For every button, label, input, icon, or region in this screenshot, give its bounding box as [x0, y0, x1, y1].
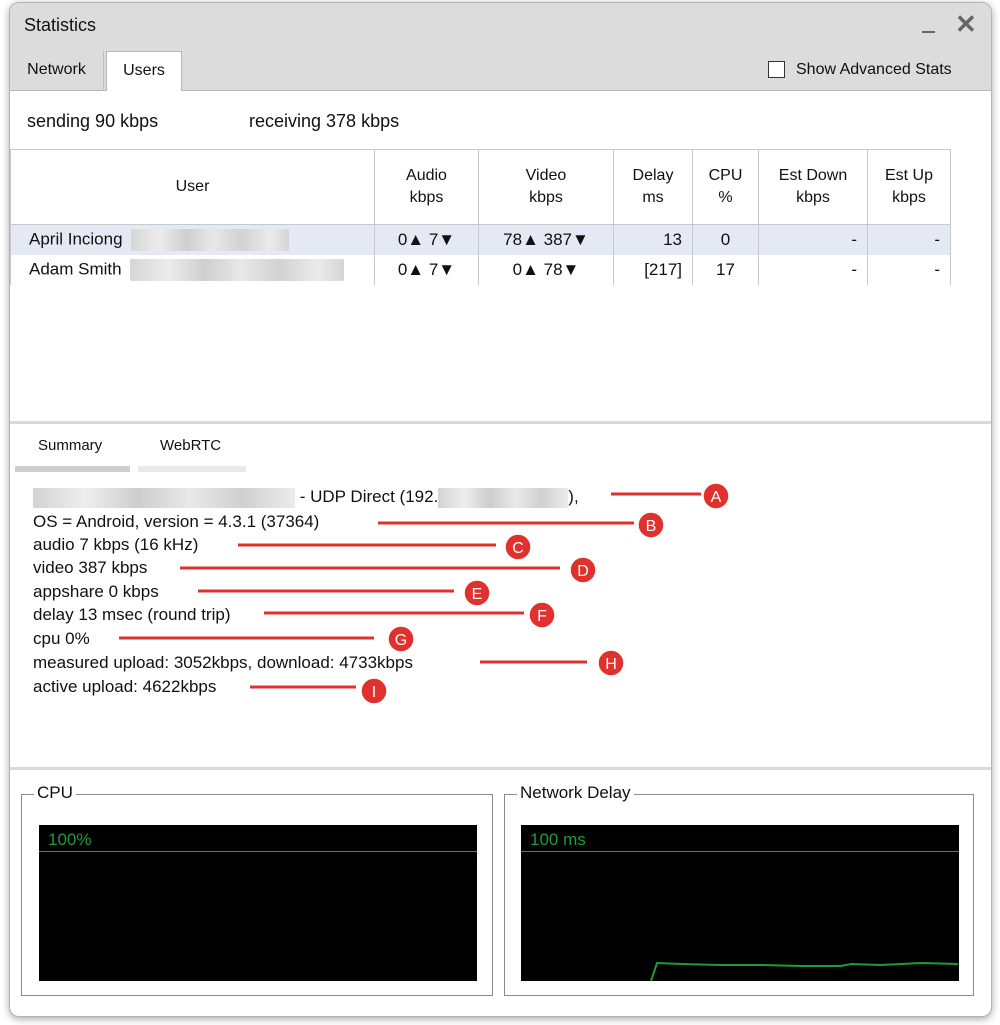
cell-delay: [217]	[613, 255, 693, 285]
marker-label-d: D	[577, 563, 589, 580]
col-audio[interactable]: Audio kbps	[374, 149, 479, 225]
section-divider	[10, 421, 991, 424]
cell-est-down: -	[758, 255, 868, 285]
marker-label-i: I	[372, 684, 376, 701]
cell-audio: 0▲ 7▼	[374, 224, 479, 255]
cpu-max-line	[39, 851, 477, 852]
col-est-down[interactable]: Est Down kbps	[758, 149, 868, 225]
network-delay-graph: 100 ms	[521, 825, 959, 981]
user-name: Adam Smith	[29, 259, 122, 279]
marker-label-h: H	[605, 656, 617, 673]
table-row[interactable]: Adam Smith 0▲ 7▼ 0▲ 78▼ [217] 17 - -	[10, 255, 951, 285]
cpu-panel: CPU 100%	[21, 783, 493, 996]
minimize-icon[interactable]	[922, 31, 935, 33]
callout-annotations: A B C D E F G H I	[119, 482, 730, 705]
users-table-header: User Audio kbps Video kbps Delay ms CPU% Es…	[10, 149, 951, 225]
advanced-stats-checkbox[interactable]	[768, 61, 785, 78]
user-name: April Inciong	[29, 229, 123, 249]
cell-audio: 0▲ 7▼	[374, 255, 479, 285]
marker-label-a: A	[711, 489, 722, 506]
section-divider	[10, 767, 991, 770]
cpu-graph: 100%	[39, 825, 477, 981]
subtab-webrtc-indicator	[138, 466, 246, 472]
window-title: Statistics	[24, 15, 97, 35]
tab-network[interactable]: Network	[10, 51, 104, 89]
col-video[interactable]: Video kbps	[478, 149, 614, 225]
cell-cpu: 17	[692, 255, 759, 285]
subtab-webrtc[interactable]: WebRTC	[160, 437, 221, 454]
sending-rate: sending 90 kbps	[27, 111, 159, 131]
col-est-up[interactable]: Est Up kbps	[867, 149, 951, 225]
subtab-summary[interactable]: Summary	[38, 437, 102, 454]
cpu-panel-title: CPU	[34, 783, 76, 803]
marker-label-e: E	[472, 586, 483, 603]
receiving-rate: receiving 378 kbps	[249, 111, 400, 131]
tab-users[interactable]: Users	[106, 51, 182, 91]
cell-video: 78▲ 387▼	[478, 224, 614, 255]
col-user[interactable]: User	[10, 149, 375, 225]
network-delay-panel: Network Delay 100 ms	[504, 783, 974, 996]
redacted-email	[129, 259, 344, 281]
cell-cpu: 0	[692, 224, 759, 255]
close-icon[interactable]: ✕	[955, 11, 977, 37]
redacted-email	[130, 229, 289, 251]
marker-label-f: F	[537, 608, 547, 625]
table-row[interactable]: April Inciong 0▲ 7▼ 78▲ 387▼ 13 0 - -	[10, 224, 951, 255]
advanced-stats-label: Show Advanced Stats	[796, 61, 952, 78]
statistics-window: Statistics ✕ Network Users Show Advanced…	[9, 2, 992, 1017]
cell-est-down: -	[758, 224, 868, 255]
network-delay-line	[650, 961, 959, 981]
network-delay-panel-title: Network Delay	[517, 783, 634, 803]
cell-video: 0▲ 78▼	[478, 255, 614, 285]
cell-est-up: -	[867, 224, 951, 255]
cell-est-up: -	[867, 255, 951, 285]
cpu-scale-label: 100%	[48, 830, 92, 849]
users-table: User Audio kbps Video kbps Delay ms CPU% Es…	[10, 149, 951, 285]
marker-label-c: C	[512, 540, 524, 557]
subtab-summary-indicator	[15, 466, 130, 472]
marker-label-g: G	[395, 632, 407, 649]
title-bar: Statistics ✕	[10, 3, 991, 47]
col-cpu[interactable]: CPU%	[692, 149, 759, 225]
tab-bar: Network Users Show Advanced Stats	[10, 47, 991, 91]
network-delay-trace	[650, 961, 959, 981]
cell-delay: 13	[613, 224, 693, 255]
col-delay[interactable]: Delay ms	[613, 149, 693, 225]
marker-label-b: B	[646, 518, 657, 535]
